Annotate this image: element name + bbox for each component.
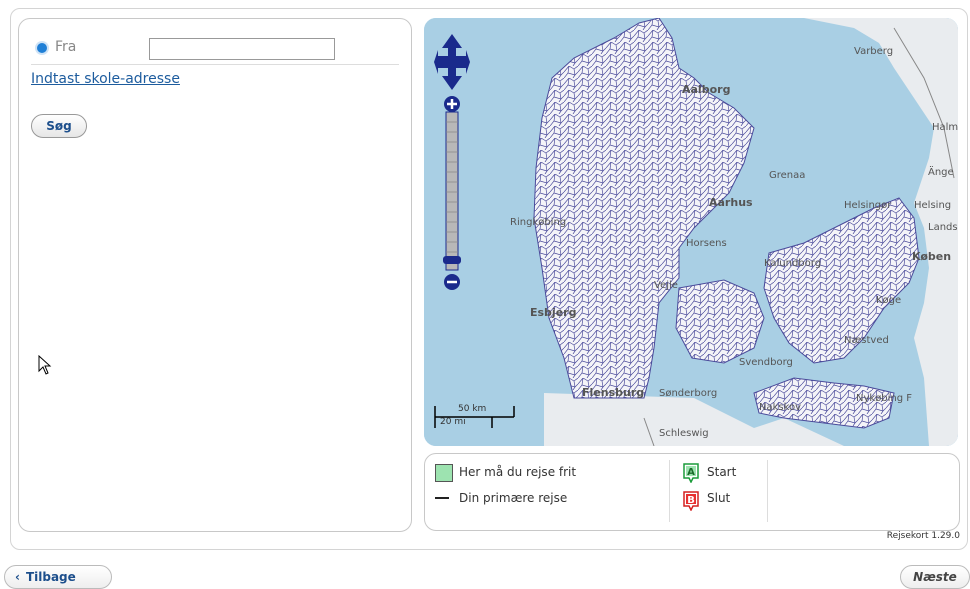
end-label: Slut [707, 491, 731, 505]
scale-mi-label: 20 mi [440, 417, 466, 427]
start-label: Start [707, 465, 737, 479]
chevron-left-icon: ‹ [15, 570, 20, 584]
start-marker-letter: A [687, 467, 695, 478]
search-form-panel: Fra Indtast skole-adresse Søg [18, 18, 412, 532]
divider [31, 64, 399, 65]
label-angelholm: Änge [928, 165, 954, 178]
label-helsingborg: Helsing [914, 200, 951, 211]
label-naestved: Næstved [844, 335, 889, 346]
legend-divider [669, 460, 670, 522]
from-radio[interactable] [37, 43, 47, 53]
label-horsens: Horsens [686, 238, 727, 249]
primary-trip-swatch [435, 497, 449, 499]
scale-km-label: 50 km [458, 404, 487, 414]
label-ringkobing: Ringkøbing [510, 217, 566, 228]
label-aalborg: Aalborg [682, 83, 730, 96]
label-koge: Køge [876, 295, 901, 306]
label-svendborg: Svendborg [739, 357, 793, 368]
start-marker-icon: A [683, 463, 699, 483]
zoom-slider[interactable] [442, 96, 462, 292]
from-label: Fra [55, 39, 77, 55]
search-button[interactable]: Søg [31, 114, 87, 138]
label-aarhus: Aarhus [709, 196, 753, 209]
zoom-handle [443, 256, 461, 264]
label-esbjerg: Esbjerg [530, 306, 576, 319]
label-nakskov: Nakskov [759, 402, 801, 413]
free-zone-label: Her må du rejse frit [459, 465, 577, 479]
primary-trip-label: Din primære rejse [459, 491, 568, 505]
label-varberg: Varberg [854, 46, 893, 57]
label-sonderborg: Sønderborg [659, 388, 717, 399]
end-marker-letter: B [687, 495, 695, 506]
map[interactable]: Varberg Aalborg Halm Grenaa Änge Aarhus … [424, 18, 958, 446]
map-canvas[interactable]: Varberg Aalborg Halm Grenaa Änge Aarhus … [424, 18, 958, 446]
free-zone-swatch [435, 464, 453, 482]
label-vejle: Vejle [654, 280, 678, 291]
back-label: Tilbage [25, 570, 76, 584]
label-schleswig: Schleswig [659, 428, 709, 439]
label-kalundborg: Kalundborg [764, 258, 821, 269]
label-nykobing: Nykøbing F [856, 393, 912, 404]
from-input[interactable] [149, 38, 335, 60]
label-halmstad: Halm [932, 122, 958, 133]
label-grenaa: Grenaa [769, 170, 805, 181]
school-address-link[interactable]: Indtast skole-adresse [31, 71, 180, 87]
map-legend: Her må du rejse frit Din primære rejse A… [424, 453, 960, 531]
pan-control[interactable] [432, 32, 472, 92]
end-marker-icon: B [683, 491, 699, 511]
next-button[interactable]: Næste [900, 565, 970, 589]
from-row: Fra [37, 37, 399, 63]
label-landskrona: Lands [928, 222, 958, 233]
mouse-cursor-icon [38, 355, 52, 375]
legend-divider-2 [767, 460, 768, 522]
scale-bar: 50 km 20 mi [434, 404, 524, 430]
label-flensburg: Flensburg [582, 386, 644, 399]
back-button[interactable]: ‹ Tilbage [4, 565, 112, 589]
label-helsingor: Helsingør [844, 200, 892, 211]
label-kobenhavn: Køben [912, 250, 951, 263]
version-label: Rejsekort 1.29.0 [886, 531, 960, 541]
